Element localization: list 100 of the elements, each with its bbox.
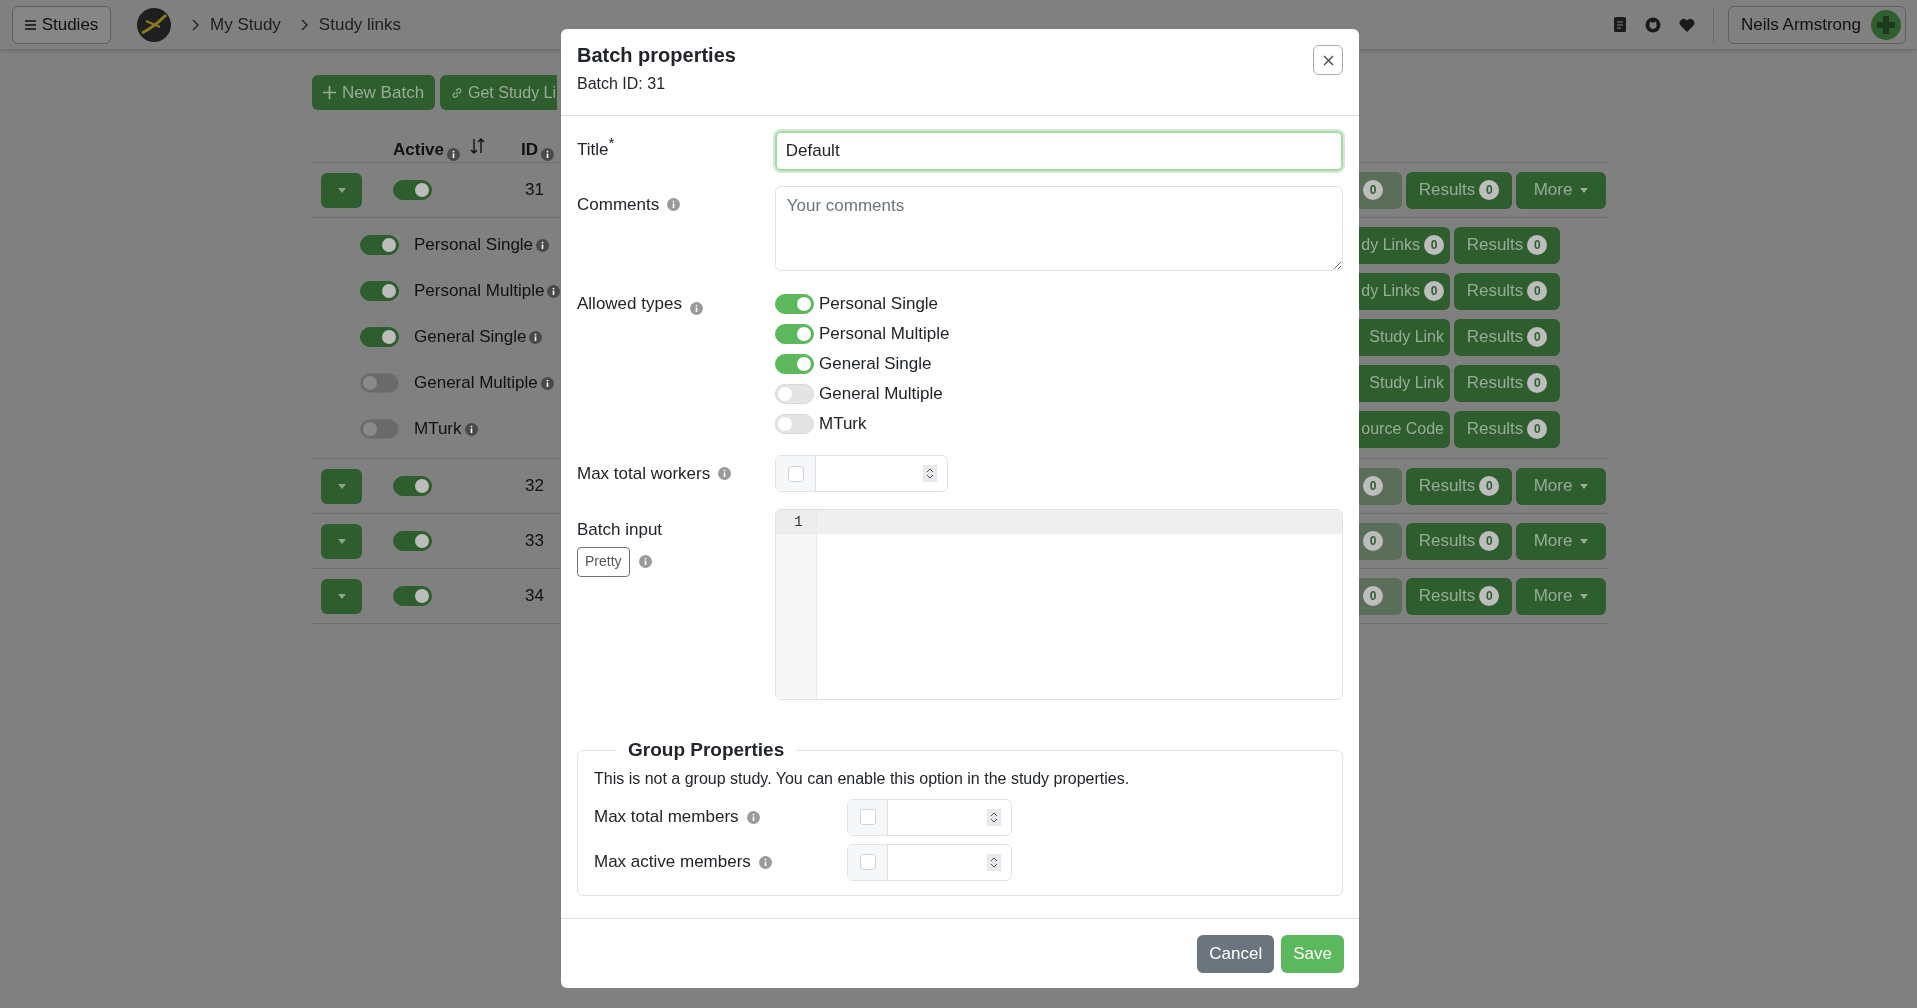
toggle-switch[interactable] [393,476,432,496]
study-links-button[interactable]: 0 [1359,467,1402,505]
logo-icon [136,6,172,43]
toggle-switch[interactable] [393,180,432,200]
link-button[interactable]: Study Link [1359,318,1450,356]
study-links-button[interactable]: 0 [1359,577,1402,615]
more-button[interactable]: More [1516,522,1606,560]
column-header[interactable]: Active [393,137,445,163]
info-icon [541,148,555,161]
expand-button[interactable] [321,578,362,614]
toggle-switch[interactable] [775,354,814,374]
results-button[interactable]: Results 0 [1406,467,1512,505]
section-title: Group Properties [627,738,786,762]
info-icon [746,810,760,824]
caret-icon [337,593,346,599]
breadcrumb-link[interactable]: My Study [210,11,281,38]
caret-icon [1580,187,1589,193]
link-button[interactable]: dy Links 0 [1359,272,1450,310]
link-type-label: General Multiple [414,372,538,395]
toggle-switch[interactable] [393,586,432,606]
comments-field[interactable]: Your comments [774,186,1343,271]
new-batch-button[interactable]: New Batch [312,75,435,110]
field-label: Allowed types [577,293,682,315]
toggle-switch[interactable] [360,419,399,439]
heart-icon[interactable] [1679,17,1695,32]
link-type-label: MTurk [414,418,462,441]
number-input[interactable] [847,843,1012,881]
pretty-button[interactable]: Pretty [577,546,630,577]
link-type-label: Personal Multiple [414,280,545,303]
checkbox[interactable] [859,809,876,825]
column-header[interactable]: ID [521,137,539,163]
cancel-button[interactable]: Cancel [1197,934,1275,973]
plus-icon [322,86,336,99]
expand-button[interactable] [321,172,362,208]
info-icon [758,855,772,869]
checkbox[interactable] [859,854,876,870]
count-badge: 0 [1527,281,1548,301]
link-button[interactable]: Study Link [1359,364,1450,402]
toggle-switch[interactable] [775,324,814,344]
count-badge: 0 [1527,419,1548,439]
toggle-switch[interactable] [360,327,399,347]
more-button[interactable]: More [1516,577,1606,615]
studies-menu-button[interactable]: Studies [12,5,111,44]
toggle-switch[interactable] [393,531,432,551]
code-editor[interactable]: 1 [774,509,1343,700]
type-label: MTurk [819,413,867,436]
results-button[interactable]: Results 0 [1454,364,1560,402]
toggle-switch[interactable] [360,281,399,301]
expand-button[interactable] [321,523,362,559]
number-input[interactable] [775,455,948,492]
checkbox[interactable] [787,465,804,482]
results-button[interactable]: Results 0 [1454,410,1560,448]
toggle-switch[interactable] [360,373,399,393]
close-button[interactable] [1313,45,1343,75]
save-button[interactable]: Save [1281,934,1344,973]
group-note: This is not a group study. You can enable this option in the study properties. [594,768,1131,789]
info-icon [540,377,554,391]
info-icon [718,467,732,480]
more-button[interactable]: More [1516,171,1606,209]
link-button[interactable]: dy Links 0 [1359,226,1450,264]
link-icon [451,86,463,99]
study-links-button[interactable]: Get Study Li [440,75,558,110]
count-badge: 0 [1479,180,1500,200]
study-links-button[interactable]: 0 [1359,522,1402,560]
dialog-title: Batch properties [577,43,736,68]
batch-id: 34 [525,585,544,608]
spinner-icon[interactable] [923,465,937,482]
number-input[interactable] [847,798,1012,836]
count-badge: 0 [1527,235,1548,255]
count-badge: 0 [1479,586,1500,606]
batch-id: 33 [525,530,544,553]
count-badge: 0 [1363,476,1383,496]
results-button[interactable]: Results 0 [1454,318,1560,356]
spinner-icon[interactable] [987,808,1001,826]
caret-icon [1580,593,1589,599]
results-button[interactable]: Results 0 [1406,577,1512,615]
results-button[interactable]: Results 0 [1454,272,1560,310]
spinner-icon[interactable] [987,853,1001,871]
user-menu-button[interactable]: Neils Armstrong [1728,5,1906,44]
study-links-button[interactable]: 0 [1359,171,1402,209]
results-button[interactable]: Results 0 [1406,522,1512,560]
expand-button[interactable] [321,468,362,504]
count-badge: 0 [1424,281,1444,301]
results-button[interactable]: Results 0 [1454,226,1560,264]
field-label: Max active members [594,851,751,874]
type-label: Personal Single [819,293,939,316]
sort-icon[interactable] [470,138,486,154]
toggle-switch[interactable] [360,235,399,255]
link-button[interactable]: ource Code [1359,410,1450,448]
results-button[interactable]: Results 0 [1406,171,1512,209]
more-button[interactable]: More [1516,467,1606,505]
count-badge: 0 [1363,180,1383,200]
info-icon [667,198,681,212]
document-icon[interactable] [1614,17,1626,32]
line-number: 1 [775,510,816,534]
caret-icon [1580,538,1589,544]
breadcrumb-link[interactable]: Study links [318,11,402,38]
title-input[interactable]: Default [774,131,1343,171]
cat-icon[interactable] [1645,16,1661,33]
toggle-switch[interactable] [775,294,814,314]
